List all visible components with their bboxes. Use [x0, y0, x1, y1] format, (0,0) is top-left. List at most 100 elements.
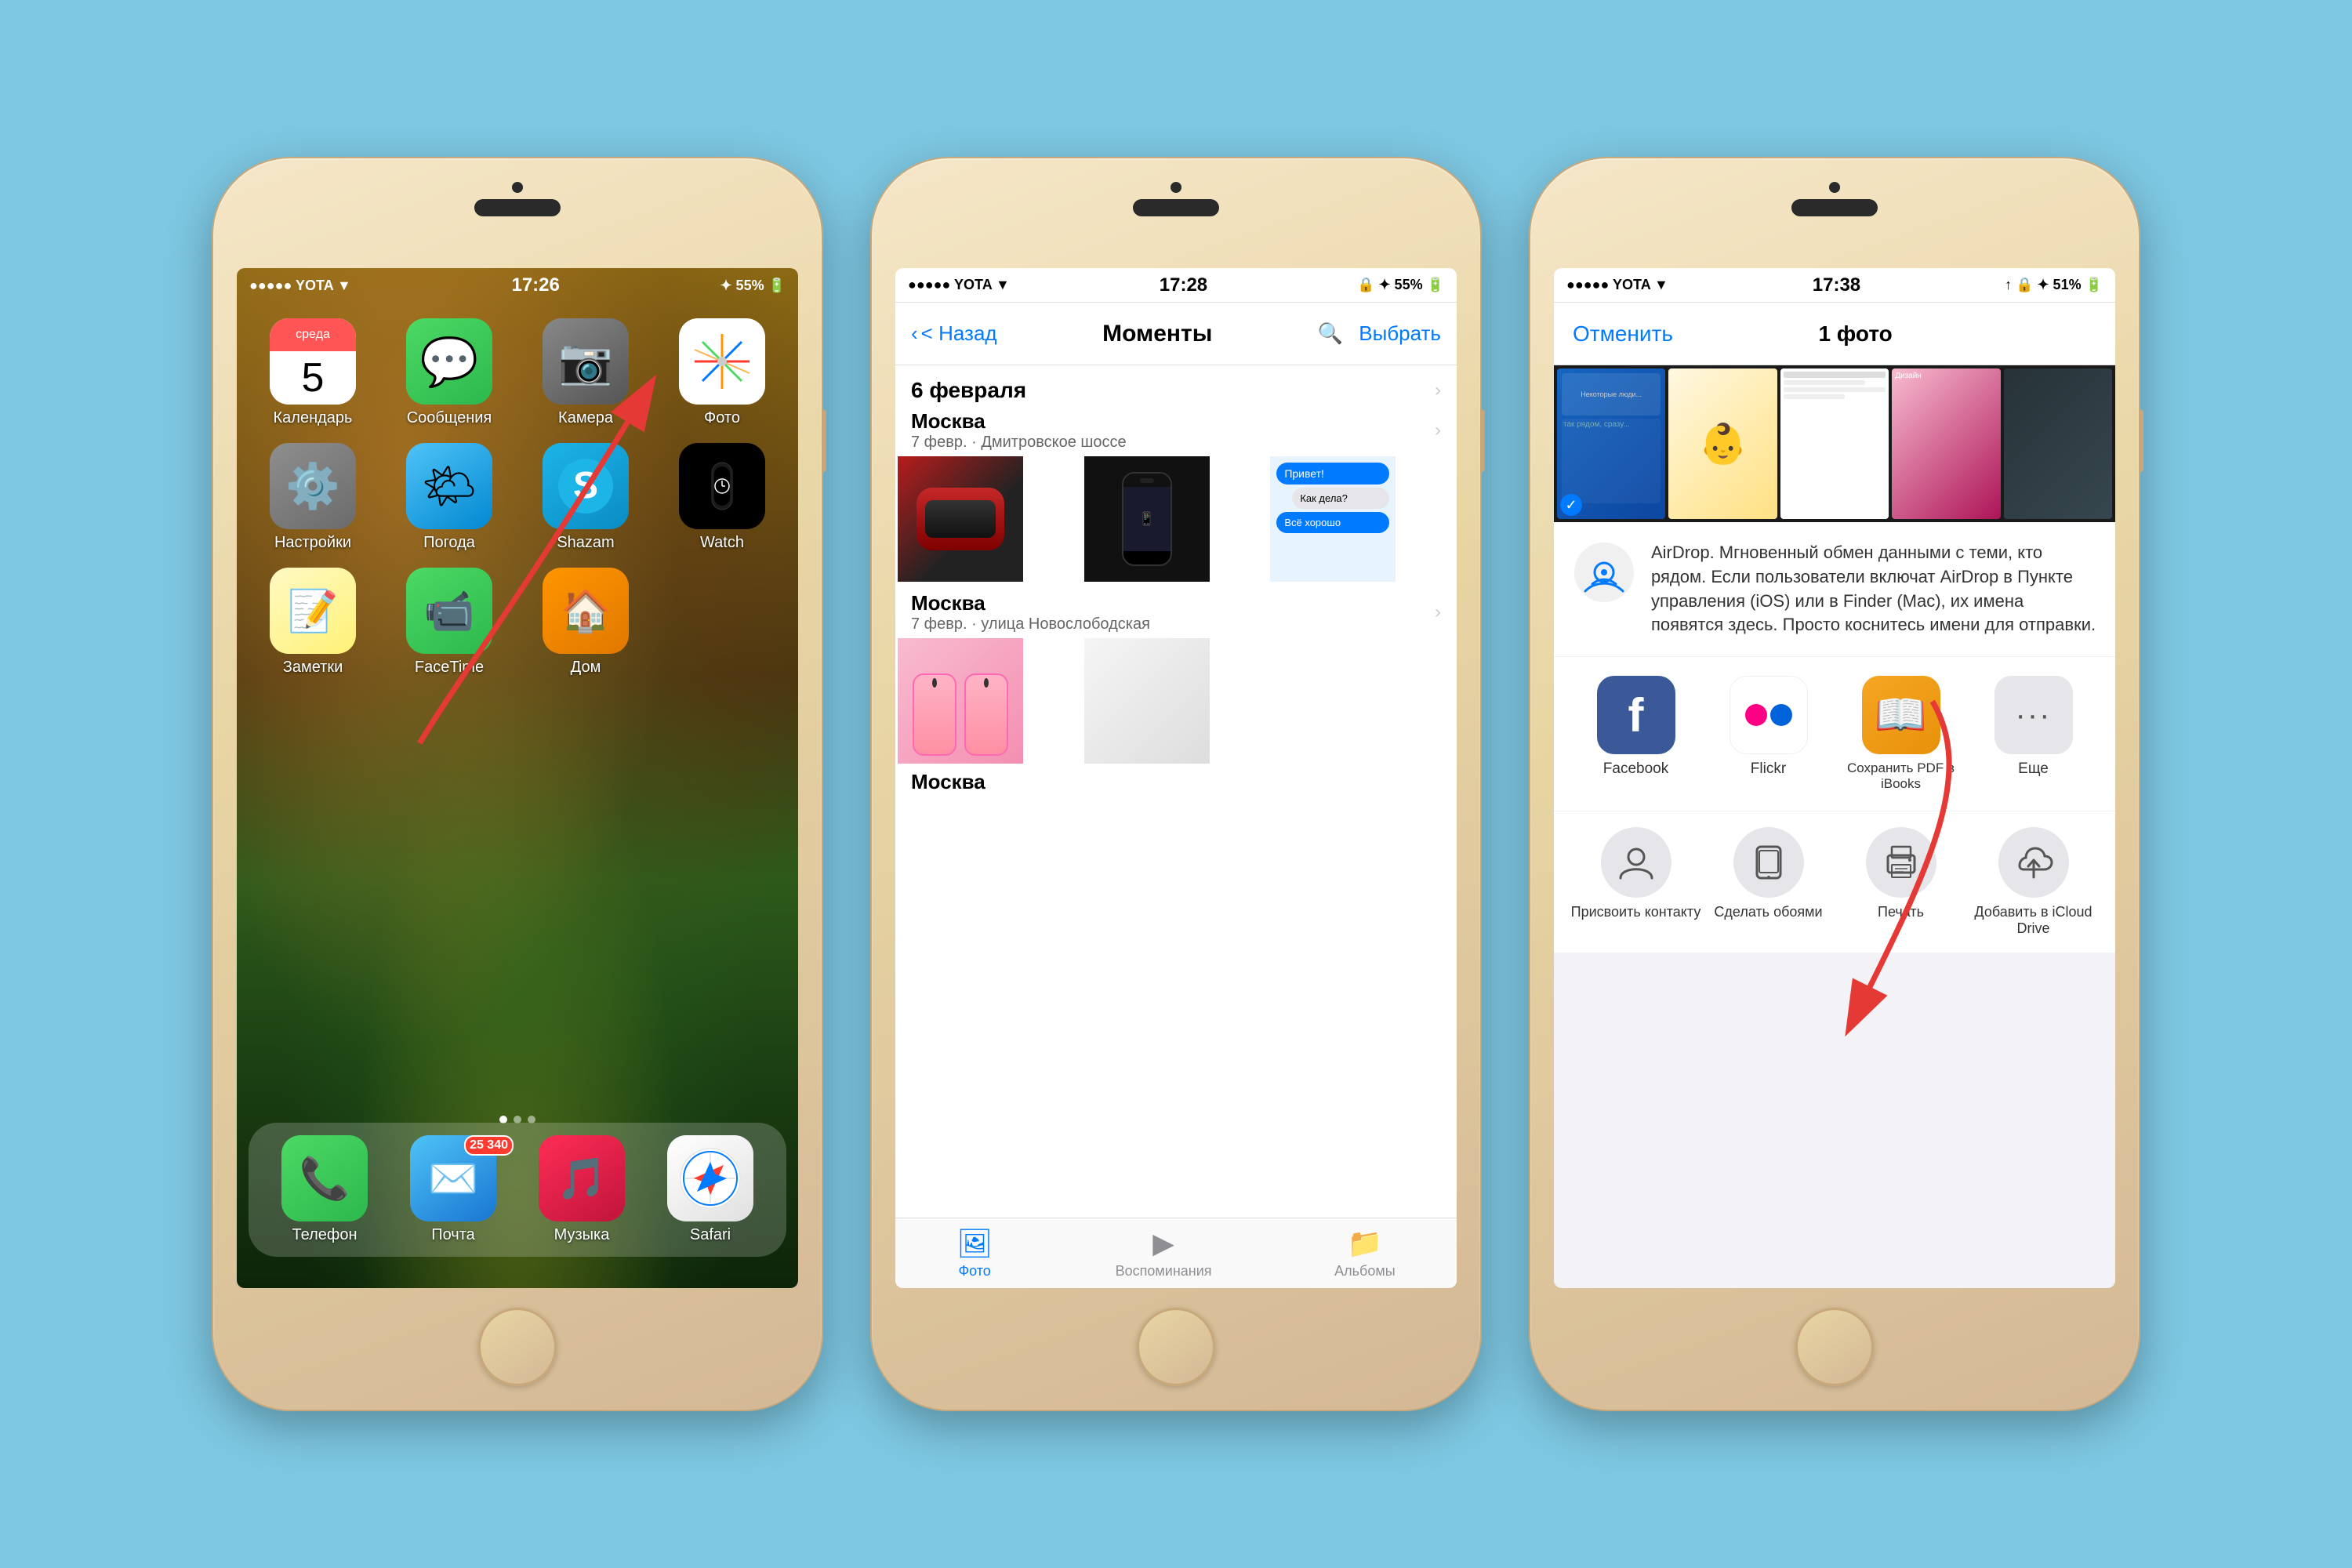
facetime-icon: 📹 [424, 587, 475, 635]
mail-badge: 25 340 [464, 1135, 514, 1156]
cancel-button[interactable]: Отменить [1573, 321, 1673, 347]
tab-memories-label: Воспоминания [1116, 1263, 1212, 1279]
app-label-facetime: FaceTime [415, 659, 484, 677]
thumb-4[interactable]: Дизайн [1892, 368, 2000, 519]
carrier-2: ●●●●● YOTA ▼ [908, 277, 1010, 293]
thumb-5[interactable] [2004, 368, 2112, 519]
mail-icon: ✉️ [428, 1155, 479, 1203]
assign-contact-icon [1601, 827, 1671, 898]
app-photos[interactable]: Фото [662, 318, 782, 427]
photo-grid-2 [895, 638, 1457, 764]
subsection-header-3: Москва [895, 764, 1457, 797]
app-camera[interactable]: 📷 Камера [525, 318, 646, 427]
section-header-date: 6 февраля › [895, 365, 1457, 409]
app-label-shazam: Shazam [557, 534, 614, 552]
app-facetime[interactable]: 📹 FaceTime [389, 568, 510, 677]
sublocation-1: 7 февр. · Дмитровское шоссе [911, 434, 1127, 452]
app-settings[interactable]: ⚙️ Настройки [252, 443, 373, 552]
watch-icon [695, 459, 750, 514]
share-ibooks[interactable]: 📖 Сохранить PDF в iBooks [1835, 676, 1967, 792]
phone-screen-2: ●●●●● YOTA ▼ 17:28 🔒 ✦ 55% 🔋 ‹ < Назад М… [895, 268, 1457, 1288]
action-wallpaper[interactable]: Сделать обоями [1702, 827, 1835, 937]
app-label-notes: Заметки [283, 659, 343, 677]
camera-sensor-3 [1829, 182, 1840, 193]
memories-tab-icon: ▶ [1152, 1227, 1174, 1260]
facebook-icon: f [1597, 676, 1675, 754]
tab-photos-label: Фото [958, 1263, 990, 1279]
app-weather[interactable]: 🌤 Погода [389, 443, 510, 552]
phone-screen-3: ●●●●● YOTA ▼ 17:38 ↑ 🔒 ✦ 51% 🔋 Отменить … [1554, 268, 2115, 1288]
action-assign-contact[interactable]: Присвоить контакту [1570, 827, 1702, 937]
tab-memories[interactable]: ▶ Воспоминания [1116, 1227, 1212, 1279]
airdrop-icon [1573, 541, 1635, 604]
wallpaper-label: Сделать обоями [1714, 904, 1822, 920]
camera-icon: 📷 [558, 336, 613, 387]
camera-sensor-1 [512, 182, 523, 193]
phone-3: ●●●●● YOTA ▼ 17:38 ↑ 🔒 ✦ 51% 🔋 Отменить … [1529, 157, 2140, 1411]
dock-mail[interactable]: ✉️ 25 340 Почта [393, 1135, 514, 1244]
dock-label-phone: Телефон [292, 1226, 358, 1244]
carrier-1: ●●●●● YOTA ▼ [249, 278, 351, 294]
flickr-label: Flickr [1751, 760, 1786, 778]
time-1: 17:26 [511, 274, 559, 296]
svg-text:S: S [573, 465, 598, 506]
tab-photos[interactable]: 🖼 Фото [956, 1227, 993, 1279]
nav-title-moments: Моменты [1102, 321, 1212, 347]
location-3: Москва [911, 770, 1441, 794]
app-shazam[interactable]: S Shazam [525, 443, 646, 552]
phone-icon: 📞 [299, 1155, 350, 1203]
photo-1[interactable] [898, 456, 1023, 582]
airdrop-description: AirDrop. Мгновенный обмен данными с теми… [1651, 541, 2096, 637]
photo-2[interactable]: 📱 [1084, 456, 1210, 582]
app-messages[interactable]: 💬 Сообщения [389, 318, 510, 427]
thumb-4-text: Дизайн [1892, 368, 2000, 383]
dock-label-music: Музыка [554, 1226, 610, 1244]
photo-thumbnails-strip: Некоторые люди... так рядом, сразу... ✓ … [1554, 365, 2115, 522]
home-button-3[interactable] [1795, 1308, 1874, 1386]
search-icon[interactable]: 🔍 [1318, 321, 1343, 346]
baby-photo: 👶 [1668, 368, 1777, 519]
select-label[interactable]: Выбрать [1359, 321, 1441, 346]
photo-grid-1: 📱 Привет! Как дела? Всё хорошо [895, 456, 1457, 582]
app-home[interactable]: 🏠 Дом [525, 568, 646, 677]
action-print[interactable]: Печать [1835, 827, 1967, 937]
speaker-2 [1133, 199, 1219, 216]
action-icloud[interactable]: Добавить в iCloud Drive [1967, 827, 2100, 937]
calendar-day: среда [270, 318, 356, 351]
back-label: < Назад [921, 321, 997, 346]
thumb-2[interactable]: 👶 [1668, 368, 1777, 519]
photo-4[interactable] [898, 638, 1023, 764]
photo-3[interactable]: Привет! Как дела? Всё хорошо [1270, 456, 1396, 582]
app-label-camera: Камера [558, 409, 613, 427]
share-facebook[interactable]: f Facebook [1570, 676, 1702, 792]
app-calendar[interactable]: среда 5 Календарь [252, 318, 373, 427]
app-label-calendar: Календарь [274, 409, 353, 427]
phone-top-bar-3 [1530, 182, 2139, 216]
more-label: Еще [2018, 760, 2049, 778]
dock-label-safari: Safari [690, 1226, 731, 1244]
home-button-2[interactable] [1137, 1308, 1215, 1386]
share-count: 1 фото [1818, 321, 1892, 347]
app-grid: среда 5 Календарь 💬 Сообщения 📷 [237, 303, 798, 692]
dock-music[interactable]: 🎵 Музыка [521, 1135, 642, 1244]
thumb-selected-1[interactable]: Некоторые люди... так рядом, сразу... ✓ [1557, 368, 1665, 519]
dock-safari[interactable]: Safari [650, 1135, 771, 1244]
print-icon [1866, 827, 1936, 898]
app-notes[interactable]: 📝 Заметки [252, 568, 373, 677]
share-more[interactable]: ··· Еще [1967, 676, 2100, 792]
thumb-3[interactable] [1780, 368, 1889, 519]
back-button[interactable]: ‹ < Назад [911, 321, 997, 346]
section-date-title: 6 февраля [911, 378, 1026, 403]
nav-bar-2: ‹ < Назад Моменты 🔍 Выбрать [895, 303, 1457, 365]
dock-phone[interactable]: 📞 Телефон [264, 1135, 385, 1244]
home-button-1[interactable] [478, 1308, 557, 1386]
share-flickr[interactable]: Flickr [1702, 676, 1835, 792]
photo-5[interactable] [1084, 638, 1210, 764]
app-watch[interactable]: Watch [662, 443, 782, 552]
icloud-icon [1998, 827, 2069, 898]
photos-icon [691, 330, 753, 393]
tab-albums[interactable]: 📁 Альбомы [1334, 1227, 1396, 1279]
camera-sensor-2 [1171, 182, 1181, 193]
phone-top-bar-2 [872, 182, 1480, 216]
subsection-header-2: Москва 7 февр. · улица Новослободская › [895, 591, 1457, 638]
